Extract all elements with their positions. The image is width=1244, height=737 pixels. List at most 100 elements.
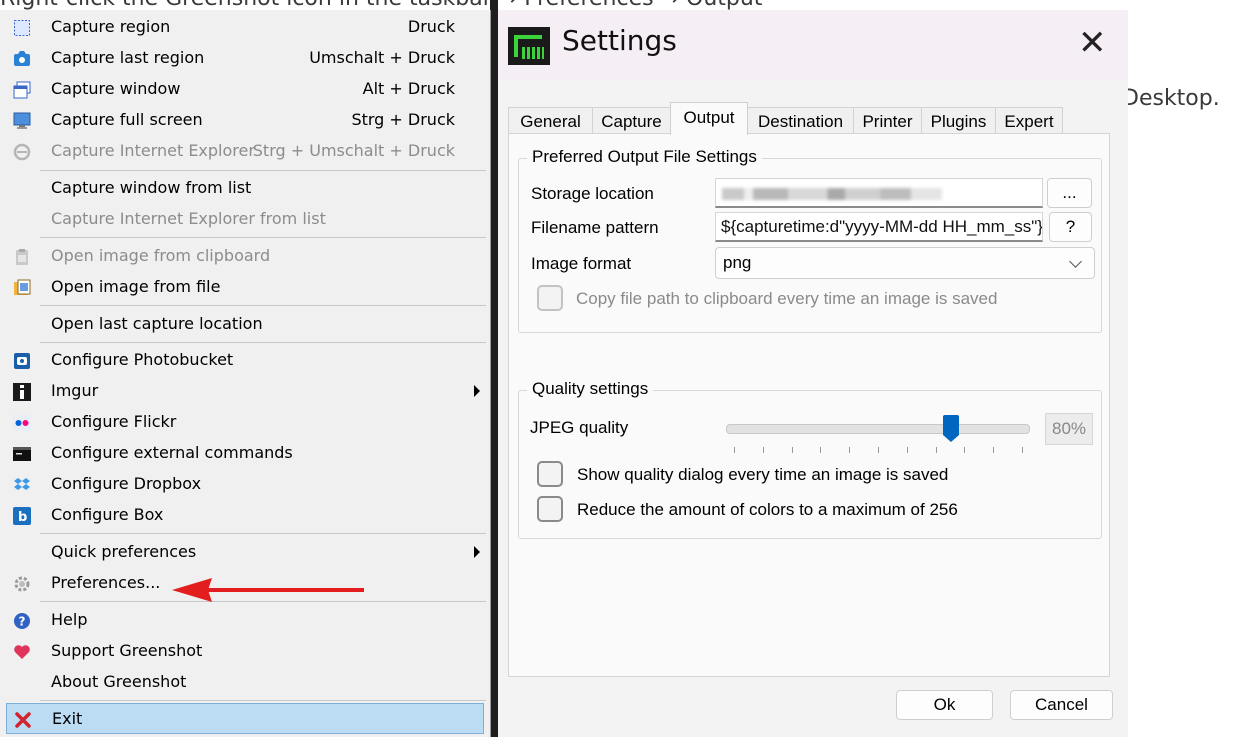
title-bar: Settings ✕	[498, 10, 1128, 80]
window-title: Settings	[562, 24, 677, 57]
jpeg-quality-slider[interactable]	[726, 424, 1030, 434]
svg-text:b: b	[18, 510, 27, 525]
browse-button[interactable]: ...	[1047, 178, 1092, 208]
tab-destination[interactable]: Destination	[747, 107, 854, 134]
menu-separator	[40, 237, 486, 238]
tab-general[interactable]: General	[508, 107, 593, 134]
menu-separator	[40, 170, 486, 171]
menu-item-configure-box[interactable]: b Configure Box	[0, 500, 490, 531]
menu-item-exit[interactable]: Exit	[6, 703, 484, 734]
image-format-select[interactable]: png	[715, 247, 1095, 279]
photobucket-icon	[12, 351, 32, 371]
slider-ticks	[734, 447, 1023, 453]
dropbox-icon	[12, 475, 32, 495]
flickr-icon	[12, 413, 32, 433]
menu-separator	[40, 342, 486, 343]
output-tab-panel: Preferred Output File Settings Storage l…	[508, 133, 1110, 677]
menu-item-capture-full-screen[interactable]: Capture full screen Strg + Druck	[0, 105, 490, 136]
slider-tick	[820, 447, 822, 453]
menu-item-configure-photobucket[interactable]: Configure Photobucket	[0, 345, 490, 376]
image-format-label: Image format	[531, 254, 632, 273]
menu-item-capture-last-region[interactable]: Capture last region Umschalt + Druck	[0, 43, 490, 74]
menu-item-imgur[interactable]: Imgur	[0, 376, 490, 407]
imgur-icon	[12, 382, 32, 402]
jpeg-quality-value: 80%	[1045, 413, 1093, 445]
box-icon: b	[12, 506, 32, 526]
menu-item-support-greenshot[interactable]: Support Greenshot	[0, 636, 490, 667]
tab-printer[interactable]: Printer	[853, 107, 922, 134]
internet-explorer-icon	[12, 142, 32, 162]
tab-expert[interactable]: Expert	[995, 107, 1063, 134]
terminal-icon	[12, 444, 32, 464]
storage-location-label: Storage location	[531, 184, 654, 203]
background-desktop-text: Desktop.	[1122, 86, 1220, 111]
capture-window-icon	[12, 80, 32, 100]
quality-settings-group: Quality settings JPEG quality 80% Show q…	[518, 379, 1102, 539]
copy-path-checkbox[interactable]	[537, 285, 563, 311]
tab-output[interactable]: Output	[670, 102, 748, 135]
menu-item-open-last-capture-location[interactable]: Open last capture location	[0, 309, 490, 340]
reduce-colors-checkbox[interactable]	[537, 496, 563, 522]
capture-last-region-icon	[12, 49, 32, 69]
menu-item-help[interactable]: ? Help	[0, 605, 490, 636]
show-quality-dialog-label: Show quality dialog every time an image …	[577, 465, 949, 484]
clipboard-icon	[12, 247, 32, 267]
menu-item-about-greenshot[interactable]: About Greenshot	[0, 667, 490, 698]
svg-text:?: ?	[19, 615, 26, 629]
quality-settings-group-title: Quality settings	[527, 379, 654, 399]
filename-pattern-label: Filename pattern	[531, 218, 659, 237]
slider-tick	[964, 447, 966, 453]
greenshot-context-menu: Capture region Druck Capture last region…	[0, 10, 491, 737]
cancel-button[interactable]: Cancel	[1010, 690, 1113, 720]
close-icon[interactable]: ✕	[1078, 26, 1107, 60]
chevron-down-icon	[1069, 255, 1082, 268]
jpeg-quality-slider-thumb[interactable]	[942, 415, 960, 443]
menu-item-capture-region[interactable]: Capture region Druck	[0, 12, 490, 43]
slider-tick	[878, 447, 879, 453]
pattern-help-button[interactable]: ?	[1049, 212, 1092, 242]
menu-item-quick-preferences[interactable]: Quick preferences	[0, 537, 490, 568]
slider-tick	[734, 447, 735, 453]
reduce-colors-label: Reduce the amount of colors to a maximum…	[577, 500, 958, 519]
capture-full-screen-icon	[12, 111, 32, 131]
copy-path-label: Copy file path to clipboard every time a…	[576, 289, 998, 308]
menu-separator	[40, 700, 486, 701]
menu-item-open-from-clipboard[interactable]: Open image from clipboard	[0, 241, 490, 272]
greenshot-app-icon	[508, 27, 550, 65]
menu-separator	[40, 305, 486, 306]
slider-tick	[1022, 447, 1023, 453]
menu-item-capture-window[interactable]: Capture window Alt + Druck	[0, 74, 490, 105]
capture-region-icon	[12, 18, 32, 38]
tab-capture[interactable]: Capture	[592, 107, 671, 134]
ok-button[interactable]: Ok	[896, 690, 993, 720]
menu-item-configure-dropbox[interactable]: Configure Dropbox	[0, 469, 490, 500]
tab-plugins[interactable]: Plugins	[921, 107, 996, 134]
menu-item-open-from-file[interactable]: Open image from file	[0, 272, 490, 303]
submenu-arrow-icon	[474, 546, 480, 558]
exit-icon	[13, 710, 33, 730]
settings-window: Settings ✕ General Capture Output Destin…	[498, 10, 1128, 737]
menu-item-capture-internet-explorer[interactable]: Capture Internet Explorer Strg + Umschal…	[0, 136, 490, 167]
menu-item-configure-flickr[interactable]: Configure Flickr	[0, 407, 490, 438]
annotation-arrow	[172, 578, 364, 602]
taskbar-edge	[490, 0, 498, 737]
gear-icon	[12, 574, 32, 594]
help-icon: ?	[12, 611, 32, 631]
redacted-path	[722, 188, 942, 200]
slider-tick	[935, 447, 937, 453]
menu-item-capture-ie-from-list[interactable]: Capture Internet Explorer from list	[0, 204, 490, 235]
menu-item-capture-window-from-list[interactable]: Capture window from list	[0, 173, 490, 204]
storage-location-input[interactable]	[715, 178, 1043, 208]
jpeg-quality-label: JPEG quality	[530, 418, 629, 437]
menu-separator	[40, 533, 486, 534]
output-settings-group-title: Preferred Output File Settings	[527, 147, 762, 167]
submenu-arrow-icon	[474, 385, 480, 397]
slider-tick	[791, 447, 793, 453]
filename-pattern-input[interactable]: ${capturetime:d"yyyy-MM-dd HH_mm_ss"}	[715, 212, 1043, 242]
heart-icon	[12, 642, 32, 662]
slider-tick	[762, 447, 764, 453]
output-settings-group: Preferred Output File Settings Storage l…	[518, 147, 1102, 333]
menu-item-configure-external-commands[interactable]: Configure external commands	[0, 438, 490, 469]
slider-tick	[849, 447, 851, 453]
show-quality-dialog-checkbox[interactable]	[537, 461, 563, 487]
